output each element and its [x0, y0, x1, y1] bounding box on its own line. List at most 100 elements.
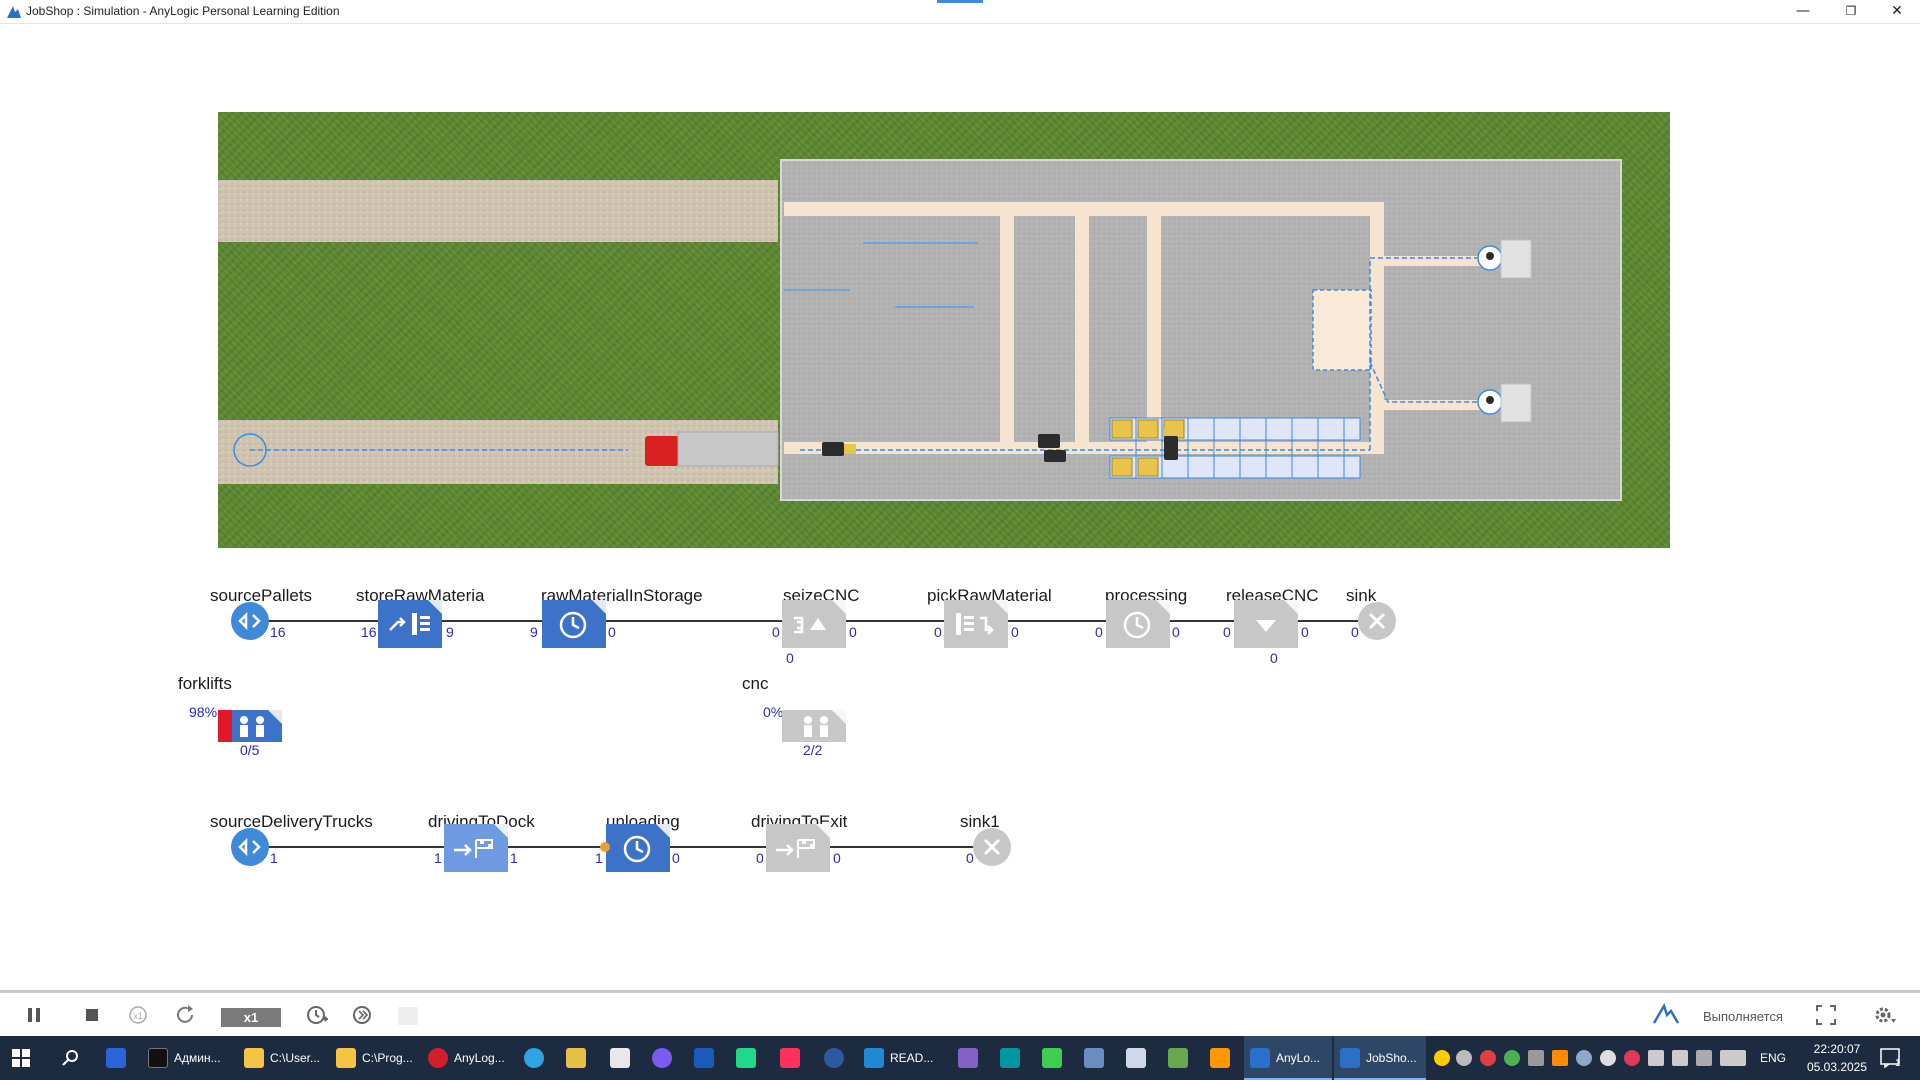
steam-tray-icon[interactable]: [1576, 1050, 1592, 1066]
store-block-storerawmateria[interactable]: [378, 600, 442, 648]
taskbar-app[interactable]: [610, 1036, 632, 1080]
taskbar-app[interactable]: [1084, 1036, 1106, 1080]
taskbar-app[interactable]: [824, 1036, 846, 1080]
delay-block-unloading[interactable]: [606, 824, 670, 872]
speed-down-icon[interactable]: [304, 1003, 330, 1027]
capacity-count: 0/5: [240, 742, 260, 758]
taskbar-app-label: JobSho...: [1366, 1051, 1417, 1065]
brave-tray-icon[interactable]: [1480, 1050, 1496, 1066]
in-count: 9: [530, 624, 538, 640]
sink-block-sink[interactable]: [1358, 602, 1396, 640]
taskbar-app[interactable]: [106, 1036, 130, 1080]
language-indicator[interactable]: ENG: [1760, 1036, 1786, 1080]
yandex-tray-icon[interactable]: [1434, 1050, 1450, 1066]
in-count: 1: [434, 850, 442, 866]
clock-date[interactable]: 05.03.2025: [1800, 1060, 1874, 1074]
pause-icon[interactable]: [24, 1003, 46, 1027]
utilization: 98%: [189, 704, 218, 720]
taskbar-app[interactable]: [1000, 1036, 1022, 1080]
settings-icon[interactable]: [1872, 1003, 1898, 1027]
taskbar-app[interactable]: C:\Prog...: [336, 1036, 414, 1080]
tray-icon[interactable]: [1528, 1050, 1544, 1066]
svg-text:x1: x1: [133, 1011, 143, 1021]
process-flowchart: sourcePallets 16 storeRawMateria 7 16 9 …: [0, 564, 1920, 944]
tray-icon[interactable]: [1648, 1050, 1664, 1066]
taskbar-app[interactable]: [1210, 1036, 1232, 1080]
minimize-button[interactable]: —: [1780, 0, 1826, 24]
taskbar-app-label: Админ...: [174, 1051, 221, 1065]
taskbar-app[interactable]: [780, 1036, 802, 1080]
fullscreen-icon[interactable]: [1814, 1003, 1838, 1027]
forklift: [1164, 428, 1178, 460]
step-icon[interactable]: x1: [126, 1003, 150, 1027]
pickup-block-pickrawmaterial[interactable]: [944, 600, 1008, 648]
source-arrow-icon: [238, 837, 261, 857]
resource-pool-forklifts[interactable]: [218, 710, 282, 742]
pen-icon[interactable]: [1696, 1050, 1712, 1066]
clock-icon: [559, 611, 587, 639]
taskbar-app[interactable]: Админ...: [148, 1036, 232, 1080]
taskbar-app[interactable]: C:\User...: [244, 1036, 322, 1080]
tray-icon[interactable]: [1504, 1050, 1520, 1066]
restart-icon[interactable]: [173, 1003, 199, 1027]
taskbar-app[interactable]: [566, 1036, 588, 1080]
taskbar-app[interactable]: JobSho...: [1334, 1036, 1426, 1080]
connector: [670, 846, 766, 848]
moveto-block-drivingtodock[interactable]: [444, 824, 508, 872]
tray-icon[interactable]: [1624, 1050, 1640, 1066]
network-icon[interactable]: [1672, 1050, 1688, 1066]
speed-indicator[interactable]: x1: [221, 1008, 281, 1027]
title-bar: JobShop : Simulation - AnyLogic Personal…: [0, 0, 1920, 24]
anylogic-icon: [1340, 1048, 1360, 1068]
out-count: 0: [1172, 624, 1180, 640]
taskbar-app[interactable]: [652, 1036, 674, 1080]
source-block-sourcepallets[interactable]: [231, 602, 269, 640]
app-icon: [1168, 1048, 1188, 1068]
visual-studio-icon: [958, 1048, 978, 1068]
taskbar-app[interactable]: [958, 1036, 980, 1080]
vscode-icon: [864, 1048, 884, 1068]
out-count: 0: [1011, 624, 1019, 640]
close-button[interactable]: ✕: [1874, 0, 1920, 24]
taskbar-app[interactable]: AnyLo...: [1244, 1036, 1332, 1080]
maximize-button[interactable]: ❐: [1828, 0, 1874, 24]
sink-x-icon: [1368, 612, 1386, 630]
seize-block-seizecnc[interactable]: [782, 600, 846, 648]
taskbar-app[interactable]: READ...: [864, 1036, 942, 1080]
sink-block-sink1[interactable]: [973, 828, 1011, 866]
seize-icon: [794, 616, 826, 634]
out-count: 9: [446, 624, 454, 640]
volume-icon[interactable]: [1456, 1050, 1472, 1066]
tray-icon[interactable]: [1552, 1050, 1568, 1066]
bottom-count: 0: [1270, 650, 1278, 666]
terminal-icon: [148, 1048, 168, 1068]
moveto-block-drivingtoexit[interactable]: [766, 824, 830, 872]
clock-icon: [1123, 611, 1151, 639]
stop-icon[interactable]: [82, 1003, 104, 1027]
resource-pool-cnc[interactable]: [782, 710, 846, 742]
taskbar-app[interactable]: [1042, 1036, 1064, 1080]
delay-block-rawmaterialinstorage[interactable]: [542, 600, 606, 648]
taskbar-app[interactable]: [736, 1036, 758, 1080]
keyboard-icon[interactable]: [1720, 1050, 1746, 1066]
pickup-icon: [956, 613, 994, 635]
in-count: 0: [1351, 624, 1359, 640]
clock-time[interactable]: 22:20:07: [1800, 1042, 1874, 1056]
forklift: [822, 442, 856, 456]
source-block-sourcedeliverytrucks[interactable]: [231, 828, 269, 866]
connector: [442, 620, 542, 622]
search-button[interactable]: [62, 1036, 86, 1080]
taskbar-app-label: AnyLog...: [454, 1051, 505, 1065]
release-block-releasecnc[interactable]: [1234, 600, 1298, 648]
taskbar-app[interactable]: AnyLog...: [428, 1036, 508, 1080]
taskbar-app[interactable]: [694, 1036, 716, 1080]
tray-icon[interactable]: [1600, 1050, 1616, 1066]
in-count: 0: [772, 624, 780, 640]
taskbar-app[interactable]: [524, 1036, 546, 1080]
delay-block-processing[interactable]: [1106, 600, 1170, 648]
taskbar-app[interactable]: [1168, 1036, 1190, 1080]
upper-road: [218, 180, 778, 242]
start-button[interactable]: [12, 1036, 36, 1080]
speed-up-icon[interactable]: [350, 1003, 376, 1027]
taskbar-app[interactable]: [1126, 1036, 1148, 1080]
